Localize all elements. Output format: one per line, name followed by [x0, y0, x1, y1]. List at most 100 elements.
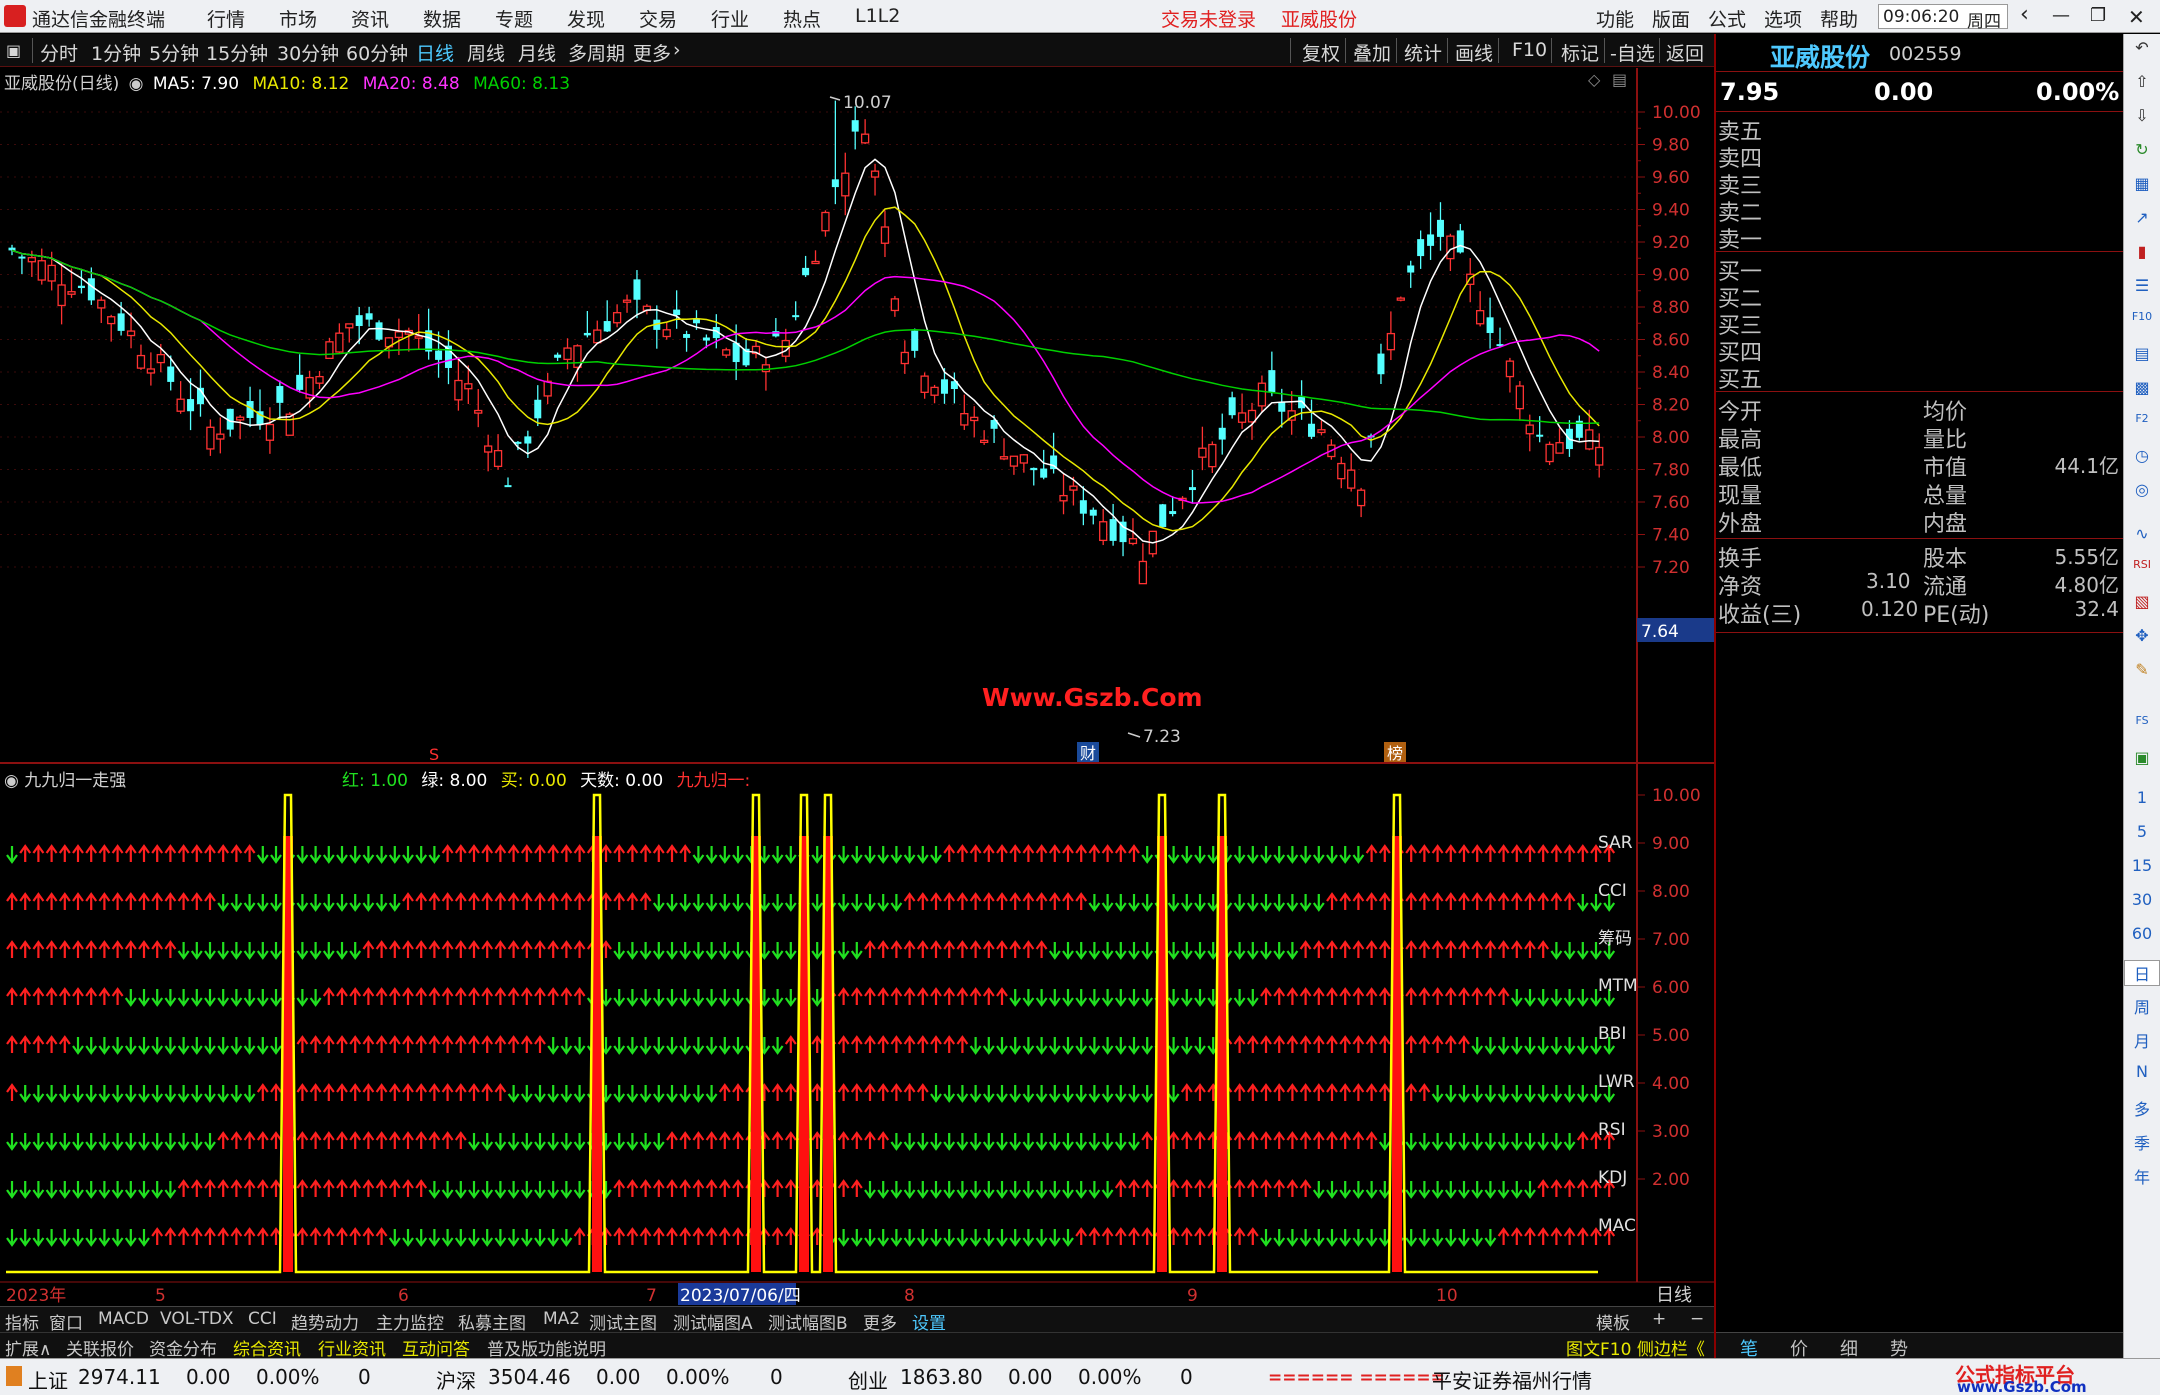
- tab-zonghe[interactable]: 综合资讯: [233, 1335, 301, 1360]
- vtool-month[interactable]: 月: [2124, 1028, 2160, 1052]
- vtool-1[interactable]: 1: [2124, 788, 2160, 807]
- period-weekly[interactable]: 周线: [467, 39, 505, 66]
- refresh-icon[interactable]: ↻: [2124, 140, 2160, 159]
- btn-fanhui[interactable]: 返回: [1666, 39, 1704, 66]
- tab-macd[interactable]: MACD: [98, 1309, 149, 1329]
- indicator-settings-icon[interactable]: ◉: [4, 771, 19, 791]
- btn-f10[interactable]: F10: [1512, 39, 1547, 61]
- kline-icon[interactable]: ▮: [2124, 242, 2160, 261]
- menu-gongneng[interactable]: 功能: [1596, 5, 1634, 32]
- doc-icon[interactable]: ▤: [2124, 344, 2160, 363]
- login-status[interactable]: 交易未登录: [1161, 5, 1256, 32]
- back-arrow-icon[interactable]: ‹: [2020, 2, 2029, 27]
- vtool-5[interactable]: 5: [2124, 822, 2160, 841]
- btn-tongji[interactable]: 统计: [1404, 39, 1442, 66]
- trend-icon[interactable]: ↗: [2124, 208, 2160, 227]
- period-fenshi[interactable]: 分时: [40, 39, 78, 66]
- menu-l1l2[interactable]: L1L2: [855, 5, 900, 27]
- panel-toggle-icon[interactable]: ▣: [6, 41, 21, 60]
- period-1min[interactable]: 1分钟: [91, 39, 141, 66]
- clock-icon[interactable]: ◷: [2124, 446, 2160, 465]
- up-icon[interactable]: ⇧: [2124, 72, 2160, 91]
- btn-biaoji[interactable]: 标记: [1561, 39, 1599, 66]
- note-icon[interactable]: ▩: [2124, 378, 2160, 397]
- tab-guanlian[interactable]: 关联报价: [66, 1335, 134, 1360]
- fs-icon[interactable]: FS: [2124, 714, 2160, 727]
- back-icon[interactable]: ↶: [2124, 38, 2160, 57]
- tab-zijin[interactable]: 资金分布: [149, 1335, 217, 1360]
- list-icon[interactable]: ☰: [2124, 276, 2160, 295]
- tab-chuangkou[interactable]: 窗口: [49, 1309, 83, 1334]
- tab-simu[interactable]: 私募主图: [458, 1309, 526, 1334]
- idx-cy-name[interactable]: 创业: [848, 1365, 888, 1394]
- btn-huaxian[interactable]: 画线: [1455, 39, 1493, 66]
- tab-hangye[interactable]: 行业资讯: [318, 1335, 386, 1360]
- period-5min[interactable]: 5分钟: [149, 39, 199, 66]
- vtool-week[interactable]: 周: [2124, 994, 2160, 1018]
- vtool-season[interactable]: 季: [2124, 1130, 2160, 1154]
- period-more[interactable]: 更多: [633, 39, 671, 66]
- menu-shichang[interactable]: 市场: [279, 5, 317, 32]
- tab-hudong[interactable]: 互动问答: [402, 1335, 470, 1360]
- tab-expand[interactable]: 扩展∧: [5, 1335, 51, 1360]
- btn-fuquan[interactable]: 复权: [1302, 39, 1340, 66]
- tab-ceshi-b[interactable]: 测试幅图B: [768, 1309, 848, 1334]
- minimize-icon[interactable]: —: [2052, 5, 2070, 26]
- menu-xuanxiang[interactable]: 选项: [1764, 5, 1802, 32]
- menu-zhuanti[interactable]: 专题: [495, 5, 533, 32]
- move-icon[interactable]: ✥: [2124, 626, 2160, 645]
- down-icon[interactable]: ⇩: [2124, 106, 2160, 125]
- menu-hangye[interactable]: 行业: [711, 5, 749, 32]
- menu-bangzhu[interactable]: 帮助: [1820, 5, 1858, 32]
- target-icon[interactable]: ◎: [2124, 480, 2160, 499]
- tab-f10-sidebar[interactable]: 图文F10 侧边栏《: [1566, 1335, 1705, 1360]
- vtool-year[interactable]: 年: [2124, 1164, 2160, 1188]
- chart-switch-icon[interactable]: ▣: [2124, 748, 2160, 767]
- vtool-n[interactable]: N: [2124, 1062, 2160, 1081]
- period-multi[interactable]: 多周期: [568, 39, 625, 66]
- menu-shuju[interactable]: 数据: [423, 5, 461, 32]
- close-icon[interactable]: ✕: [2128, 5, 2145, 29]
- idx-hs-name[interactable]: 沪深: [436, 1365, 476, 1394]
- menu-banmian[interactable]: 版面: [1652, 5, 1690, 32]
- menu-zixun[interactable]: 资讯: [351, 5, 389, 32]
- grid-icon[interactable]: ▦: [2124, 174, 2160, 193]
- tab-shuoming[interactable]: 普及版功能说明: [487, 1335, 606, 1360]
- vtool-15[interactable]: 15: [2124, 856, 2160, 875]
- vtool-day[interactable]: 日: [2124, 960, 2160, 986]
- menu-faxian[interactable]: 发现: [567, 5, 605, 32]
- tab-ceshi-a[interactable]: 测试幅图A: [673, 1309, 753, 1334]
- f10-icon[interactable]: F10: [2124, 310, 2160, 323]
- tab-more[interactable]: 更多: [863, 1309, 897, 1334]
- vtool-multi[interactable]: 多: [2124, 1096, 2160, 1120]
- indicator-name[interactable]: 九九归一走强: [24, 771, 126, 791]
- rsi-icon[interactable]: RSI: [2124, 558, 2160, 571]
- period-60min[interactable]: 60分钟: [346, 39, 408, 66]
- period-15min[interactable]: 15分钟: [206, 39, 268, 66]
- menu-hangqing[interactable]: 行情: [207, 5, 245, 32]
- tab-vol-tdx[interactable]: VOL-TDX: [160, 1309, 234, 1329]
- tab-minus[interactable]: −: [1690, 1309, 1704, 1329]
- menu-gongshi[interactable]: 公式: [1708, 5, 1746, 32]
- tab-template[interactable]: 模板: [1596, 1309, 1630, 1334]
- tab-plus[interactable]: +: [1652, 1309, 1666, 1329]
- menu-jiaoyi[interactable]: 交易: [639, 5, 677, 32]
- btn-zixuan[interactable]: -自选: [1610, 39, 1655, 66]
- f2-icon[interactable]: F2: [2124, 412, 2160, 425]
- idx-sh-name[interactable]: 上证: [28, 1365, 68, 1394]
- period-daily[interactable]: 日线: [416, 39, 454, 66]
- tab-zhuli[interactable]: 主力监控: [376, 1309, 444, 1334]
- tab-zhibiao[interactable]: 指标: [5, 1309, 39, 1334]
- btn-diejia[interactable]: 叠加: [1353, 39, 1391, 66]
- tab-cci[interactable]: CCI: [248, 1309, 277, 1329]
- wave-icon[interactable]: ∿: [2124, 524, 2160, 543]
- menu-redian[interactable]: 热点: [783, 5, 821, 32]
- window-toggle-icon[interactable]: ▤: [1612, 70, 1627, 89]
- period-monthly[interactable]: 月线: [518, 39, 556, 66]
- pen-icon[interactable]: ✎: [2124, 660, 2160, 679]
- vtool-30[interactable]: 30: [2124, 890, 2160, 909]
- tab-qushi[interactable]: 趋势动力: [291, 1309, 359, 1334]
- tab-ceshi-main[interactable]: 测试主图: [589, 1309, 657, 1334]
- settings-circle-icon[interactable]: ◉: [129, 74, 144, 94]
- vtool-60[interactable]: 60: [2124, 924, 2160, 943]
